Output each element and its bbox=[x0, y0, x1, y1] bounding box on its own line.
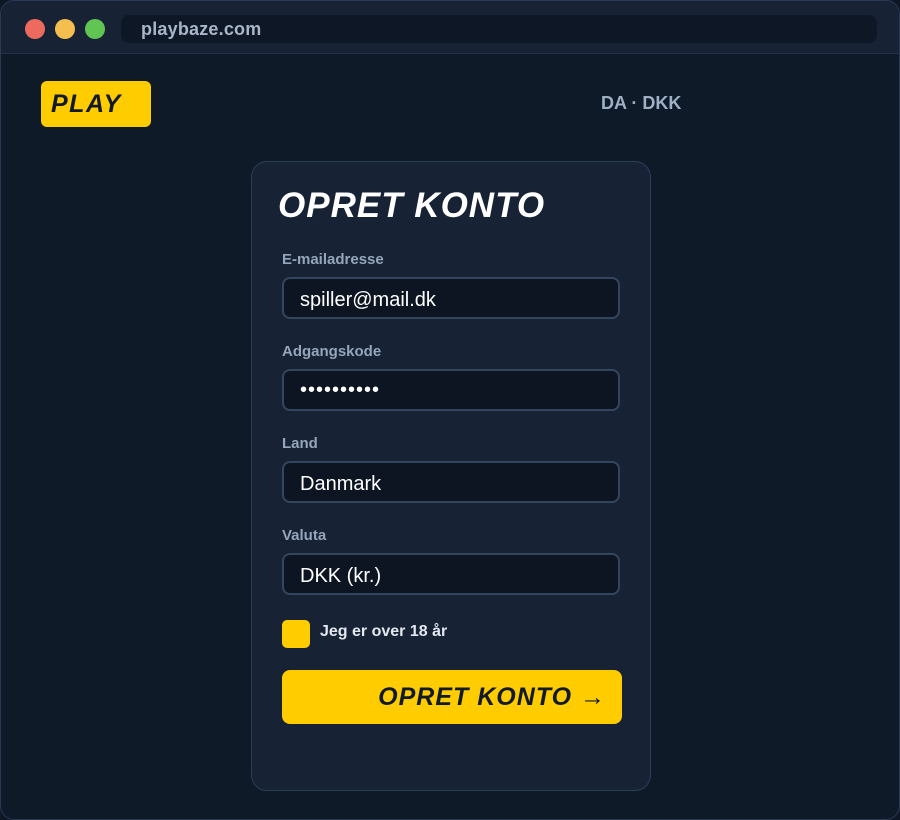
password-value: •••••••••• bbox=[300, 379, 381, 401]
close-window-dot[interactable] bbox=[25, 19, 45, 39]
currency-label: Valuta bbox=[282, 527, 327, 544]
password-label: Adgangskode bbox=[282, 343, 382, 360]
maximize-window-dot[interactable] bbox=[85, 19, 105, 39]
age-checkbox[interactable] bbox=[282, 620, 310, 648]
site-logo[interactable]: PLAY bbox=[41, 81, 151, 127]
form-title: OPRET KONTO bbox=[278, 186, 546, 225]
minimize-window-dot[interactable] bbox=[55, 19, 75, 39]
password-field[interactable]: •••••••••• bbox=[282, 369, 620, 411]
country-label: Land bbox=[282, 435, 318, 452]
address-bar[interactable]: playbaze.com bbox=[121, 15, 877, 43]
browser-titlebar: playbaze.com bbox=[1, 1, 899, 54]
create-account-button[interactable]: OPRET KONTO → bbox=[282, 670, 622, 724]
country-select[interactable]: Danmark bbox=[282, 461, 620, 503]
logo-text: PLAY bbox=[51, 90, 122, 118]
email-field[interactable]: spiller@mail.dk bbox=[282, 277, 620, 319]
currency-select[interactable]: DKK (kr.) bbox=[282, 553, 620, 595]
currency-value: DKK (kr.) bbox=[300, 565, 382, 587]
create-account-button-label: OPRET KONTO → bbox=[378, 683, 606, 711]
country-value: Danmark bbox=[300, 473, 382, 495]
signup-card: OPRET KONTO E-mailadresse spiller@mail.d… bbox=[251, 161, 651, 791]
browser-window: playbaze.com PLAY DA · DKK OPRET KONTO E… bbox=[0, 0, 900, 820]
age-checkbox-label: Jeg er over 18 år bbox=[320, 623, 448, 640]
url-text: playbaze.com bbox=[141, 19, 262, 39]
email-value: spiller@mail.dk bbox=[300, 289, 436, 311]
email-label: E-mailadresse bbox=[282, 251, 384, 268]
locale-selector[interactable]: DA · DKK bbox=[601, 93, 681, 114]
